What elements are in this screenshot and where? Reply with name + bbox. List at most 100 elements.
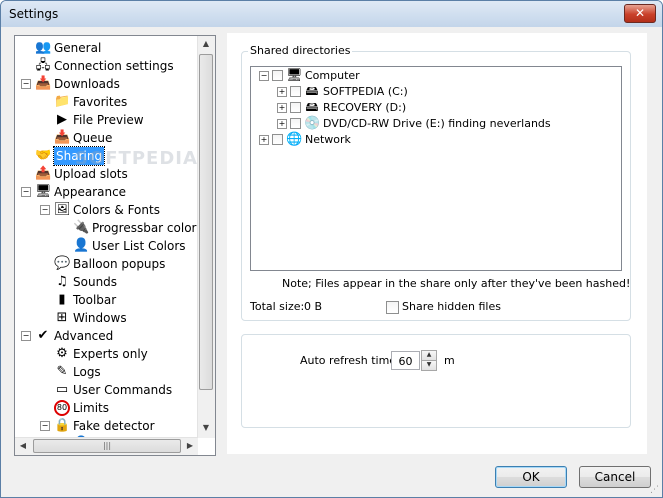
monitor-icon: 🖥 [35, 184, 52, 199]
windows-logo-icon: ⊞ [56, 310, 68, 325]
user-icon: 👤 [73, 238, 90, 253]
auto-refresh-unit: m [444, 354, 455, 367]
progressbar-icon: 🔌 [73, 220, 90, 235]
share-hidden-files-checkbox[interactable] [386, 301, 399, 314]
collapse-toggle-icon[interactable]: − [21, 331, 31, 341]
tree-item-balloon-popups[interactable]: 💬 Balloon popups [15, 255, 198, 273]
tree-item-file-preview[interactable]: ▶ File Preview [15, 111, 198, 129]
share-checkbox[interactable] [290, 102, 301, 113]
tree-item-progressbar-colors[interactable]: 🔌 Progressbar colors [15, 219, 203, 237]
tree-item-label: Windows [73, 311, 127, 325]
users-icon: 👥 [35, 40, 52, 55]
tree-item-label: Progressbar colors [92, 221, 203, 235]
tree-item-colors-fonts[interactable]: − 🖼 Colors & Fonts [15, 201, 198, 219]
scroll-up-arrow-icon[interactable]: ▲ [198, 36, 214, 52]
tree-item-downloads[interactable]: − 📥 Downloads [15, 75, 198, 93]
expand-toggle-icon[interactable]: + [277, 119, 287, 129]
toolbar-icon: ▮ [58, 292, 66, 307]
shared-dir-item[interactable]: + 🌐 Network [251, 132, 619, 148]
ok-button[interactable]: OK [495, 466, 567, 488]
tree-item-appearance[interactable]: − 🖥 Appearance [15, 183, 198, 201]
auto-refresh-spinner[interactable]: ▲ ▼ [421, 350, 437, 371]
tree-item-label: Favorites [73, 95, 128, 109]
spin-down-arrow-icon[interactable]: ▼ [421, 360, 437, 371]
tree-item-label: File Preview [73, 113, 144, 127]
shared-dir-label: Network [305, 133, 351, 146]
tree-item-label: Downloads [54, 77, 120, 91]
share-checkbox[interactable] [272, 70, 283, 81]
scroll-right-arrow-icon[interactable]: ▶ [182, 438, 198, 454]
vertical-scroll-thumb[interactable] [199, 54, 213, 390]
tree-item-label: Queue [73, 131, 113, 145]
tree-item-label: Connection settings [54, 59, 174, 73]
horizontal-scroll-thumb[interactable]: ||| [33, 439, 181, 453]
settings-window: Settings ✕ 👥 General 🖧 Connection settings −… [0, 0, 663, 498]
network-card-icon: 🖧 [35, 58, 51, 73]
tree-vertical-scrollbar[interactable]: ▲ ▼ [197, 36, 215, 438]
tree-item-label: Toolbar [73, 293, 117, 307]
tree-item-label: User Commands [73, 383, 173, 397]
collapse-toggle-icon[interactable]: − [21, 187, 31, 197]
command-icon: ▭ [55, 382, 69, 397]
shared-directories-tree[interactable]: − 🖥 Computer + 🖴 SOFTPEDIA (C:) + 🖴 RECOVERY (D:… [250, 66, 622, 271]
collapse-toggle-icon[interactable]: − [259, 71, 269, 81]
shared-dir-item[interactable]: + 💿 DVD/CD-RW Drive (E:) finding neverland… [251, 116, 619, 132]
tree-item-advanced[interactable]: − ✔ Advanced [15, 327, 198, 345]
tree-item-user-commands[interactable]: ▭ User Commands [15, 381, 198, 399]
tree-item-sounds[interactable]: ♫ Sounds [15, 273, 198, 291]
share-hidden-files-label[interactable]: Share hidden files [402, 300, 501, 313]
expand-toggle-icon[interactable]: + [277, 87, 287, 97]
expand-toggle-icon[interactable]: + [259, 135, 269, 145]
tree-item-label: General [54, 41, 102, 55]
tree-item-connection-settings[interactable]: 🖧 Connection settings [15, 57, 198, 75]
tree-item-user-list-colors[interactable]: 👤 User List Colors [15, 237, 198, 255]
queue-icon: 📥 [54, 130, 71, 145]
close-button[interactable]: ✕ [624, 4, 656, 23]
resize-grip-icon[interactable]: ⋰ [650, 485, 660, 495]
cancel-button[interactable]: Cancel [579, 466, 651, 488]
share-checkbox[interactable] [290, 86, 301, 97]
shared-dir-item[interactable]: + 🖴 SOFTPEDIA (C:) [251, 84, 619, 100]
shared-directories-title: Shared directories [248, 44, 353, 57]
collapse-toggle-icon[interactable]: − [21, 79, 31, 89]
scroll-left-arrow-icon[interactable]: ◀ [15, 438, 31, 454]
tree-item-label: Experts only [73, 347, 148, 361]
advanced-check-icon: ✔ [37, 328, 49, 343]
tree-item-limits[interactable]: 80 Limits [15, 399, 198, 417]
expand-toggle-icon[interactable]: + [277, 103, 287, 113]
balloon-icon: 💬 [54, 256, 71, 271]
hard-drive-icon: 🖴 [305, 84, 319, 99]
play-icon: ▶ [57, 112, 67, 127]
total-size-label: Total size: [250, 300, 305, 313]
tree-item-label: Fake detector [73, 419, 155, 433]
total-size-value: 0 B [304, 300, 323, 313]
tree-item-label: User List Colors [92, 239, 186, 253]
dvd-drive-icon: 💿 [304, 116, 321, 131]
share-checkbox[interactable] [290, 118, 301, 129]
shared-dir-item[interactable]: − 🖥 Computer [251, 68, 619, 84]
tree-item-favorites[interactable]: 📁 Favorites [15, 93, 198, 111]
tree-item-queue[interactable]: 📥 Queue [15, 129, 198, 147]
scroll-down-arrow-icon[interactable]: ▼ [198, 420, 214, 436]
tree-item-label: Colors & Fonts [73, 203, 160, 217]
tree-item-general[interactable]: 👥 General [15, 39, 198, 57]
auto-refresh-label: Auto refresh time [300, 354, 397, 367]
downloads-icon: 📥 [35, 76, 52, 91]
collapse-toggle-icon[interactable]: − [40, 421, 50, 431]
settings-tree[interactable]: 👥 General 🖧 Connection settings − 📥 Downloads 📁… [14, 35, 216, 456]
tree-item-label: Balloon popups [73, 257, 166, 271]
tree-item-label: Advanced [54, 329, 114, 343]
tree-item-toolbar[interactable]: ▮ Toolbar [15, 291, 198, 309]
tree-item-logs[interactable]: ✎ Logs [15, 363, 198, 381]
auto-refresh-input[interactable]: 60 [391, 351, 420, 370]
tree-horizontal-scrollbar[interactable]: ◀ ||| ▶ [15, 437, 198, 455]
upload-icon: 📤 [35, 166, 52, 181]
shared-dir-item[interactable]: + 🖴 RECOVERY (D:) [251, 100, 619, 116]
tree-item-experts-only[interactable]: ⚙ Experts only [15, 345, 198, 363]
window-title: Settings [9, 7, 59, 21]
tree-item-windows[interactable]: ⊞ Windows [15, 309, 198, 327]
collapse-toggle-icon[interactable]: − [40, 205, 50, 215]
shared-dir-label: DVD/CD-RW Drive (E:) finding neverlands [323, 117, 551, 130]
share-checkbox[interactable] [272, 134, 283, 145]
tree-item-fake-detector[interactable]: − 🔒 Fake detector [15, 417, 198, 435]
